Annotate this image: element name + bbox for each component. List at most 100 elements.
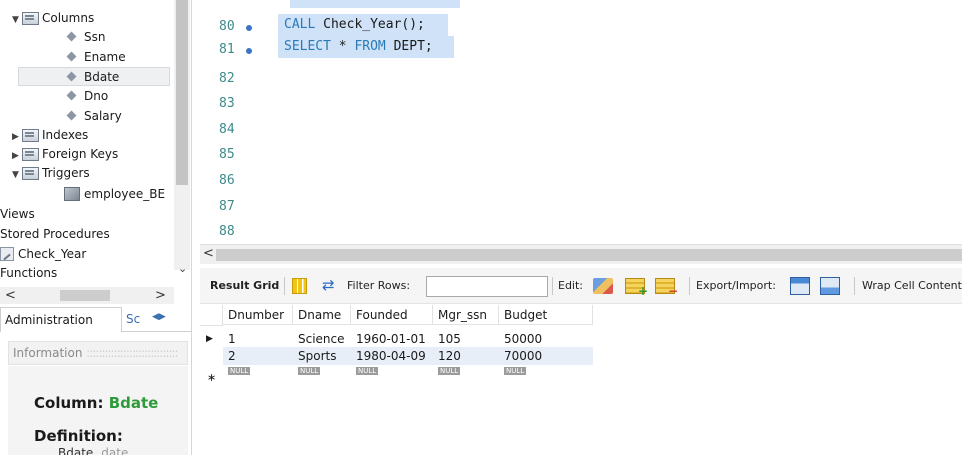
edit-label: Edit: xyxy=(558,279,584,292)
filter-rows-label: Filter Rows: xyxy=(347,279,411,292)
trigger-icon xyxy=(64,187,80,201)
column-title: Column: Bdate xyxy=(34,394,159,412)
foreign-keys-folder-icon xyxy=(22,147,39,161)
toolbar-separator xyxy=(854,277,855,295)
column-diamond-icon xyxy=(66,31,77,42)
information-header: Information ::::::::::::::::::::::::::::… xyxy=(8,341,188,365)
null-badge: NULL xyxy=(356,367,379,375)
tree-node-stored-procedures[interactable]: Stored Procedures xyxy=(0,225,110,244)
columns-folder-icon xyxy=(22,11,39,25)
tree-column-bdate[interactable]: Bdate xyxy=(18,67,170,86)
tree-horizontal-scrollbar[interactable]: < > xyxy=(0,287,174,304)
tree-vertical-scrollbar[interactable] xyxy=(174,0,190,270)
null-cell[interactable]: NULL xyxy=(351,363,433,383)
result-grid-tab[interactable]: Result Grid xyxy=(210,279,279,292)
null-cell[interactable]: NULL xyxy=(293,363,351,383)
tree-trigger-item[interactable]: employee_BE xyxy=(64,185,165,204)
code-line-81[interactable]: SELECT * FROM DEPT; xyxy=(278,36,454,58)
definition-line: Bdate date xyxy=(58,446,129,455)
wrap-cell-content-button[interactable]: Wrap Cell Content xyxy=(862,279,962,292)
grid-view-icon[interactable] xyxy=(292,278,307,294)
scroll-left-icon[interactable]: < xyxy=(203,246,214,261)
scroll-left-icon[interactable]: < xyxy=(5,287,16,304)
null-cell[interactable]: NULL xyxy=(499,363,593,383)
tab-scroll-arrows-icon[interactable]: ◀▶ xyxy=(152,312,166,322)
tree-node-triggers[interactable]: ▼ Triggers xyxy=(12,164,90,183)
line-number: 85 xyxy=(219,147,235,162)
tab-administration[interactable]: Administration xyxy=(0,307,122,332)
filter-rows-input[interactable] xyxy=(426,276,548,297)
line-number: 82 xyxy=(219,71,235,86)
statement-marker-icon xyxy=(246,25,252,31)
line-number: 87 xyxy=(219,199,235,214)
column-header[interactable]: Founded xyxy=(351,305,433,325)
line-number: 88 xyxy=(219,224,235,239)
import-icon[interactable] xyxy=(820,277,840,295)
refresh-icon[interactable]: ⇄ xyxy=(322,276,340,294)
current-row-pointer-icon: ▶ xyxy=(206,334,213,344)
expand-arrow-icon[interactable]: ▼ xyxy=(12,166,22,185)
line-number: 84 xyxy=(219,122,235,137)
tree-node-views[interactable]: Views xyxy=(0,205,35,224)
tree-node-columns[interactable]: ▼ Columns xyxy=(12,9,94,28)
schema-tree: ▼ Columns Ssn Ename Bdate Dno Salary ▶ Ind… xyxy=(0,0,174,280)
selection-highlight xyxy=(290,0,460,8)
code-line-80[interactable]: CALL Check_Year(); xyxy=(278,14,448,36)
null-badge: NULL xyxy=(228,367,251,375)
statement-marker-icon xyxy=(246,48,252,54)
add-row-icon[interactable] xyxy=(625,278,648,298)
column-header[interactable]: Mgr_ssn xyxy=(433,305,499,325)
header-grip-icon: :::::::::::::::::::::::::::::: xyxy=(86,346,178,360)
new-row-asterisk-icon: ∗ xyxy=(207,371,217,384)
null-badge: NULL xyxy=(438,367,461,375)
line-number: 81 xyxy=(219,42,235,57)
column-diamond-icon xyxy=(66,110,77,121)
toolbar-separator xyxy=(284,277,285,295)
edit-pencil-icon[interactable] xyxy=(593,278,613,294)
scrollbar-thumb[interactable] xyxy=(176,0,188,185)
export-icon[interactable] xyxy=(790,277,810,295)
column-header[interactable]: Dname xyxy=(293,305,351,325)
scroll-down-icon[interactable]: ⌄ xyxy=(178,262,187,275)
line-number: 80 xyxy=(219,19,235,34)
scrollbar-thumb[interactable] xyxy=(216,249,962,261)
toolbar-separator xyxy=(552,277,553,295)
grid-corner xyxy=(200,305,223,326)
expand-arrow-icon[interactable]: ▼ xyxy=(12,11,22,30)
tree-column-dno[interactable]: Dno xyxy=(66,87,108,106)
column-diamond-icon xyxy=(66,90,77,101)
tree-node-foreign-keys[interactable]: ▶ Foreign Keys xyxy=(12,145,118,164)
result-grid[interactable]: Dnumber Dname Founded Mgr_ssn Budget ▶ 1… xyxy=(200,305,962,455)
column-name: Bdate xyxy=(108,394,159,412)
sql-editor[interactable]: 80 CALL Check_Year(); 81 SELECT * FROM D… xyxy=(200,0,962,244)
tree-column-ssn[interactable]: Ssn xyxy=(66,28,105,47)
delete-row-icon[interactable] xyxy=(655,278,678,298)
tree-node-indexes[interactable]: ▶ Indexes xyxy=(12,126,88,145)
line-number: 83 xyxy=(219,96,235,111)
editor-horizontal-scrollbar[interactable]: < xyxy=(200,244,962,264)
navigator-panel: ▼ Columns Ssn Ename Bdate Dno Salary ▶ Ind… xyxy=(0,0,192,455)
column-header[interactable]: Dnumber xyxy=(223,305,293,325)
tree-node-functions[interactable]: Functions xyxy=(0,264,57,280)
indexes-folder-icon xyxy=(22,128,39,142)
column-diamond-icon xyxy=(66,71,77,82)
tree-column-salary[interactable]: Salary xyxy=(66,107,122,126)
null-cell[interactable]: NULL xyxy=(223,363,293,383)
column-header[interactable]: Budget xyxy=(499,305,593,325)
scroll-right-icon[interactable]: > xyxy=(155,287,166,304)
null-cell[interactable]: NULL xyxy=(433,363,499,383)
result-toolbar: Result Grid ⇄ Filter Rows: Edit: Export/… xyxy=(200,268,962,304)
tab-schemas[interactable]: Sc xyxy=(122,307,152,332)
null-badge: NULL xyxy=(298,367,321,375)
procedure-icon xyxy=(0,247,14,261)
triggers-folder-icon xyxy=(22,166,39,180)
column-diamond-icon xyxy=(66,51,77,62)
line-number: 86 xyxy=(219,173,235,188)
tree-column-ename[interactable]: Ename xyxy=(66,48,126,67)
null-badge: NULL xyxy=(504,367,527,375)
definition-title: Definition: xyxy=(34,427,123,445)
export-import-label: Export/Import: xyxy=(696,279,776,292)
scrollbar-thumb[interactable] xyxy=(60,290,110,301)
tree-procedure-item[interactable]: Check_Year xyxy=(0,245,86,264)
navigator-tabs: Administration Sc ◀▶ xyxy=(0,307,192,332)
